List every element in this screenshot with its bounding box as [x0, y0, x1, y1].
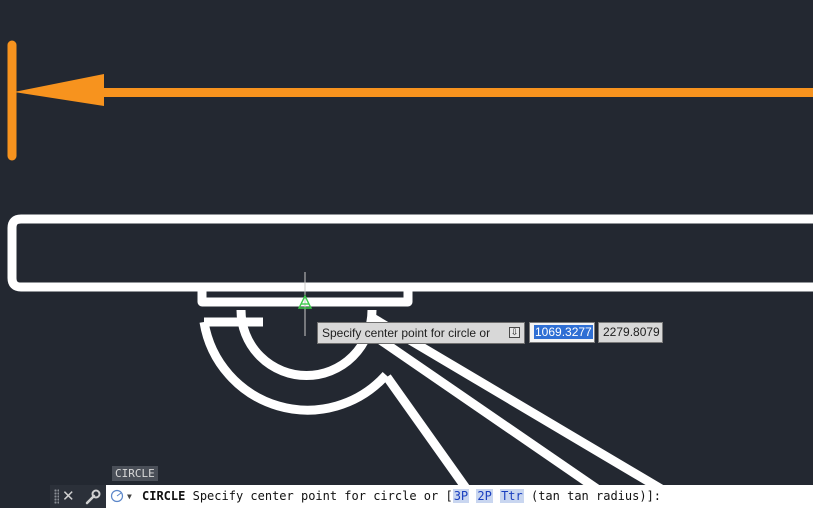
command-history-line: CIRCLE	[112, 466, 158, 481]
rounded-rect-bar	[7, 214, 813, 292]
option-2p[interactable]: 2P	[476, 489, 493, 503]
arm-upper-edge	[368, 313, 703, 508]
drawing-geometry	[7, 214, 813, 508]
y-coordinate-value: 2279.8079	[603, 325, 660, 339]
command-prompt-text: Specify center point for circle or	[192, 489, 439, 503]
close-icon[interactable]: ✕	[62, 486, 75, 506]
chevron-down-icon[interactable]: ▼	[127, 485, 132, 508]
wrench-icon[interactable]	[84, 488, 102, 506]
drawing-canvas[interactable]	[0, 0, 813, 508]
command-line-handle: ✕	[50, 485, 106, 508]
dimension-arrowhead	[14, 74, 104, 106]
x-coordinate-value: 1069.3277	[534, 325, 593, 339]
option-ttr-hint: (tan tan radius)	[530, 489, 647, 503]
option-ttr[interactable]: Ttr	[500, 489, 524, 503]
command-name: CIRCLE	[142, 489, 186, 503]
x-coordinate-field[interactable]: 1069.3277	[529, 322, 595, 343]
grip-handle[interactable]	[54, 489, 59, 504]
y-coordinate-field[interactable]: 2279.8079	[598, 322, 663, 343]
circle-command-icon[interactable]	[110, 489, 124, 503]
command-line-bar: ✕ ▼ CIRCLE Specify center point for circ…	[50, 485, 813, 508]
command-line-input[interactable]: ▼ CIRCLE Specify center point for circle…	[106, 485, 813, 508]
dimension-line	[100, 88, 813, 97]
command-prompt: CIRCLE Specify center point for circle o…	[142, 489, 662, 503]
down-arrow-icon[interactable]: ⇩	[509, 327, 520, 338]
dynamic-input-prompt-text: Specify center point for circle or	[322, 326, 491, 340]
option-3p[interactable]: 3P	[452, 489, 470, 503]
dynamic-input-prompt: Specify center point for circle or ⇩	[317, 322, 525, 344]
